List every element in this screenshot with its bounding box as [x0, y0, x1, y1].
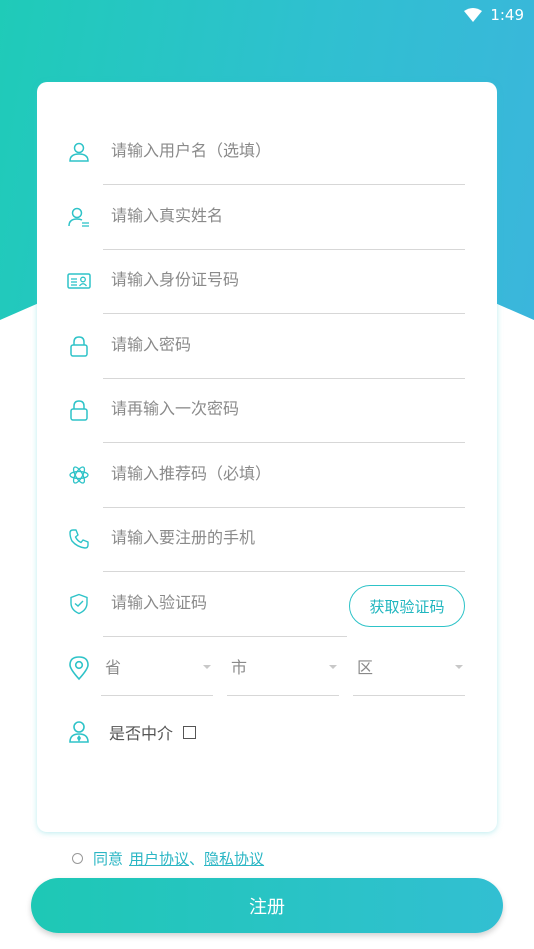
- district-label: 区: [357, 658, 374, 677]
- region-row: 省 市 区: [65, 637, 465, 697]
- district-select[interactable]: 区: [353, 637, 465, 696]
- get-code-button[interactable]: 获取验证码: [349, 585, 465, 627]
- phone-field: [103, 507, 465, 572]
- referral-field: [103, 443, 465, 508]
- password-field: [103, 314, 465, 379]
- idcard-row: [65, 249, 465, 314]
- user-card-icon: [65, 205, 93, 229]
- lock-icon: [65, 398, 93, 422]
- idcard-field: [103, 249, 465, 314]
- agent-checkbox[interactable]: [183, 725, 197, 739]
- agent-icon: [65, 720, 93, 744]
- code-input[interactable]: [109, 592, 313, 613]
- agreement-separator: 、: [189, 850, 205, 868]
- password-input[interactable]: [109, 334, 433, 355]
- province-label: 省: [105, 658, 122, 677]
- location-pin-icon: [65, 655, 93, 681]
- agent-label: 是否中介: [109, 724, 174, 743]
- status-time: 1:49: [490, 6, 524, 24]
- referral-row: [65, 443, 465, 508]
- dropdown-arrow-icon: [203, 665, 211, 669]
- phone-row: [65, 507, 465, 572]
- dropdown-arrow-icon: [455, 665, 463, 669]
- status-bar: 1:49: [464, 0, 534, 30]
- password-row: [65, 314, 465, 379]
- password-confirm-row: [65, 378, 465, 443]
- realname-field: [103, 185, 465, 250]
- realname-input[interactable]: [109, 205, 433, 226]
- shield-check-icon: [65, 592, 93, 616]
- city-select[interactable]: 市: [227, 637, 339, 696]
- flower-icon: [65, 463, 93, 487]
- province-select[interactable]: 省: [101, 637, 213, 696]
- dropdown-arrow-icon: [329, 665, 337, 669]
- username-field: [103, 120, 465, 185]
- referral-input[interactable]: [109, 463, 433, 484]
- idcard-input[interactable]: [109, 269, 433, 290]
- agent-row: 是否中介: [65, 712, 365, 752]
- wifi-icon: [464, 8, 483, 22]
- username-input[interactable]: [109, 140, 433, 161]
- phone-input[interactable]: [109, 527, 433, 548]
- code-row: 获取验证码: [65, 572, 465, 637]
- agree-text: 同意: [93, 850, 124, 868]
- agreement-row: 同意 用户协议 、 隐私协议: [72, 848, 264, 869]
- user-agreement-link[interactable]: 用户协议: [129, 848, 189, 869]
- register-button[interactable]: 注册: [31, 878, 503, 933]
- user-icon: [65, 140, 93, 164]
- code-field: [103, 572, 347, 637]
- agree-radio[interactable]: [72, 853, 83, 864]
- phone-icon: [65, 527, 93, 551]
- password-confirm-field: [103, 378, 465, 443]
- realname-row: [65, 185, 465, 250]
- lock-icon: [65, 334, 93, 358]
- registration-card: 获取验证码 省 市 区 是否中介: [37, 82, 497, 832]
- username-row: [65, 120, 465, 185]
- privacy-agreement-link[interactable]: 隐私协议: [204, 848, 264, 869]
- password-confirm-input[interactable]: [109, 398, 433, 419]
- city-label: 市: [231, 658, 248, 677]
- id-card-icon: [65, 269, 93, 293]
